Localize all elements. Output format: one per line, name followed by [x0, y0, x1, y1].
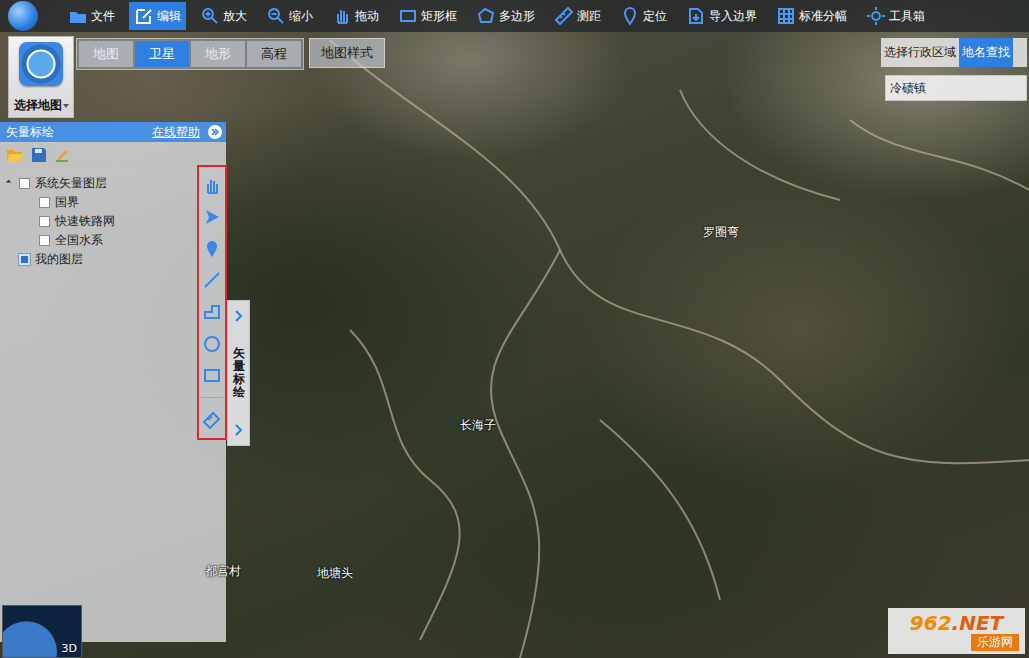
vector-panel: 矢量标绘在线帮助系统矢量图层国界快速铁路网全国水系我的图层 [0, 122, 226, 642]
layer-checkbox[interactable] [39, 216, 50, 227]
grid-icon [776, 6, 796, 26]
edit-icon [134, 6, 154, 26]
gear-icon [866, 6, 886, 26]
google-earth-icon [19, 42, 63, 86]
toolbar-button[interactable]: 放大 [195, 2, 252, 30]
toolbar-button[interactable]: 多边形 [471, 2, 540, 30]
toolbar-button[interactable]: 标准分幅 [771, 2, 852, 30]
save-icon[interactable] [30, 146, 48, 164]
layer-item[interactable]: 快速铁路网 [0, 212, 226, 231]
layer-item[interactable]: 我的图层 [0, 250, 226, 269]
place-label[interactable]: 都宫村 [205, 563, 241, 580]
toolbar-button[interactable]: 工具箱 [861, 2, 930, 30]
rectangle-icon[interactable] [202, 365, 222, 385]
circle-icon[interactable] [202, 334, 222, 354]
layer-checkbox[interactable] [19, 254, 30, 265]
layer-item[interactable]: 全国水系 [0, 231, 226, 250]
layer-item[interactable]: 国界 [0, 193, 226, 212]
watermark: 962.NET乐游网 [888, 608, 1025, 654]
toolbar-button[interactable]: 导入边界 [681, 2, 762, 30]
import-icon [686, 6, 706, 26]
hand-icon[interactable] [202, 176, 222, 196]
map-type-group: 地图卫星地形高程 [76, 38, 304, 70]
map-type-button[interactable]: 卫星 [135, 41, 189, 67]
panel-toolbar [0, 142, 226, 169]
map-type-button[interactable]: 地图 [79, 41, 133, 67]
place-label[interactable]: 地塘头 [317, 565, 353, 582]
zoom-in-icon [200, 6, 220, 26]
layer-item[interactable]: 系统矢量图层 [0, 174, 226, 193]
map-style-button[interactable]: 地图样式 [309, 38, 385, 68]
layer-tree: 系统矢量图层国界快速铁路网全国水系我的图层 [0, 169, 226, 269]
expand-arrow-icon[interactable] [234, 423, 244, 437]
panel-header: 矢量标绘在线帮助 [0, 122, 226, 142]
toolbar-button[interactable]: 定位 [615, 2, 672, 30]
zoom-out-icon [266, 6, 286, 26]
arrow-icon[interactable] [202, 207, 222, 227]
map-type-button[interactable]: 地形 [191, 41, 245, 67]
minimap[interactable]: 3D [2, 605, 82, 658]
main-toolbar: 文件编辑放大缩小拖动矩形框多边形测距定位导入边界标准分幅工具箱 [0, 0, 1029, 32]
ruler-icon [554, 6, 574, 26]
online-help-link[interactable]: 在线帮助 [152, 124, 200, 141]
toolbar-button[interactable]: 拖动 [327, 2, 384, 30]
search-tab[interactable]: 地名查找 [959, 38, 1013, 67]
pin-icon [620, 6, 640, 26]
open-folder-icon[interactable] [6, 146, 24, 164]
search-tab[interactable]: 选择行政区域 [881, 38, 959, 67]
search-panel: 选择行政区域地名查找冷碛镇 [881, 38, 1027, 101]
measure-icon[interactable] [202, 409, 222, 429]
line-icon[interactable] [202, 270, 222, 290]
vector-side-tab[interactable]: 矢量标绘 [227, 300, 250, 446]
globe-logo-icon[interactable] [8, 1, 38, 31]
polygon-icon [476, 6, 496, 26]
rectangle-icon [398, 6, 418, 26]
collapse-icon[interactable] [208, 125, 222, 139]
map-app: 文件编辑放大缩小拖动矩形框多边形测距定位导入边界标准分幅工具箱选择地图地图卫星地… [0, 0, 1029, 658]
layer-checkbox[interactable] [19, 178, 30, 189]
map-type-button[interactable]: 高程 [247, 41, 301, 67]
toolbar-button[interactable]: 文件 [63, 2, 120, 30]
toolbar-button[interactable]: 编辑 [129, 2, 186, 30]
toolbar-button[interactable]: 缩小 [261, 2, 318, 30]
toolbar-button[interactable]: 矩形框 [393, 2, 462, 30]
folder-icon [68, 6, 88, 26]
place-search-input[interactable]: 冷碛镇 [885, 75, 1027, 101]
dropdown-caret-icon [63, 104, 69, 108]
polyline-icon[interactable] [202, 302, 222, 322]
pin-icon[interactable] [202, 239, 222, 259]
toolbar-button[interactable]: 测距 [549, 2, 606, 30]
layer-checkbox[interactable] [39, 197, 50, 208]
expander-icon[interactable] [6, 179, 14, 187]
edit-layer-icon[interactable] [54, 146, 72, 164]
drawing-tools [197, 165, 227, 440]
place-label[interactable]: 罗圈弯 [703, 224, 739, 241]
place-label[interactable]: 长海子 [460, 417, 496, 434]
separator [201, 397, 223, 398]
select-map-button[interactable]: 选择地图 [8, 36, 74, 118]
expand-arrow-icon[interactable] [234, 309, 244, 323]
hand-icon [332, 6, 352, 26]
layer-checkbox[interactable] [39, 235, 50, 246]
